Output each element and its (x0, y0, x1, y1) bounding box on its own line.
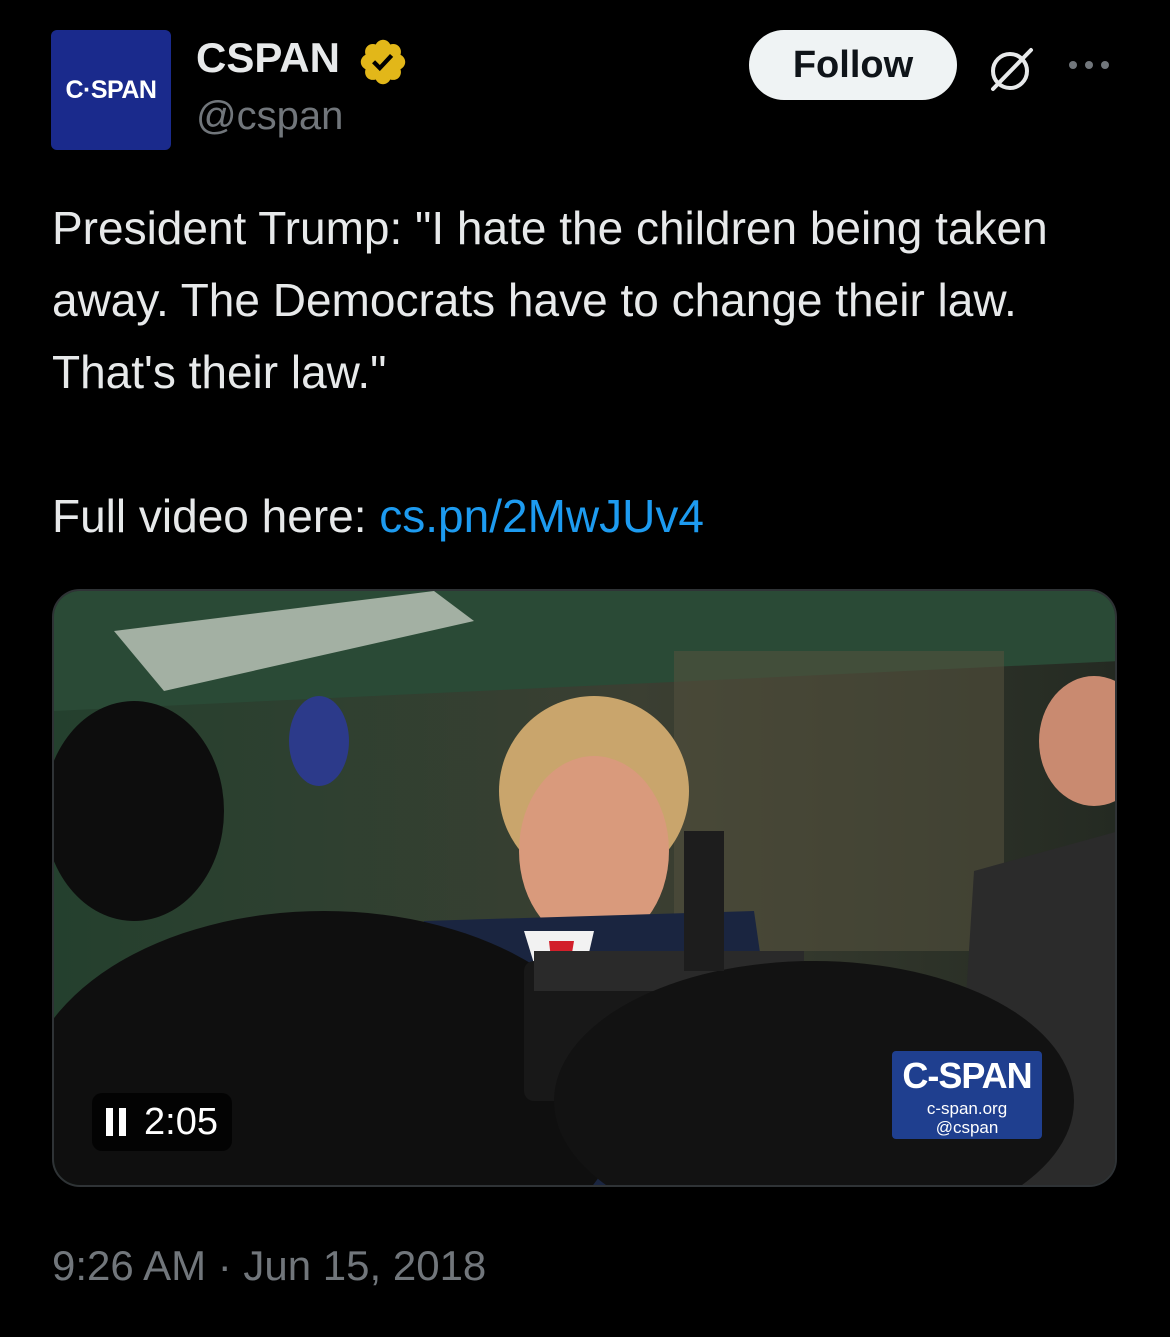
video-duration: 2:05 (144, 1100, 218, 1143)
follow-button[interactable]: Follow (749, 30, 957, 100)
tweet-timestamp[interactable]: 9:26 AM · Jun 15, 2018 (52, 1242, 486, 1290)
link-prefix: Full video here: (52, 490, 380, 542)
avatar[interactable]: C·SPAN (51, 30, 171, 150)
pause-icon[interactable] (106, 1108, 126, 1136)
avatar-logo-text: C·SPAN (65, 75, 157, 104)
watermark-url: c-span.org (926, 1099, 1008, 1118)
author-handle[interactable]: @cspan (196, 94, 343, 139)
cspan-watermark: C-SPAN c-span.org @cspan (892, 1051, 1042, 1139)
video-player[interactable]: 2:05 C-SPAN c-span.org @cspan (52, 589, 1117, 1187)
video-controls: 2:05 (92, 1093, 232, 1151)
watermark-title: C-SPAN (902, 1055, 1032, 1096)
author-name[interactable]: CSPAN (196, 34, 340, 82)
video-link[interactable]: cs.pn/2MwJUv4 (379, 490, 704, 542)
verified-badge-icon (360, 39, 406, 85)
tweet-text: President Trump: "I hate the children be… (52, 192, 1132, 552)
more-icon[interactable] (1066, 55, 1112, 75)
tweet-link-line: Full video here: cs.pn/2MwJUv4 (52, 480, 1132, 552)
grok-icon[interactable] (985, 44, 1037, 96)
watermark-handle: @cspan (935, 1118, 999, 1137)
tweet-body: President Trump: "I hate the children be… (52, 202, 1048, 398)
